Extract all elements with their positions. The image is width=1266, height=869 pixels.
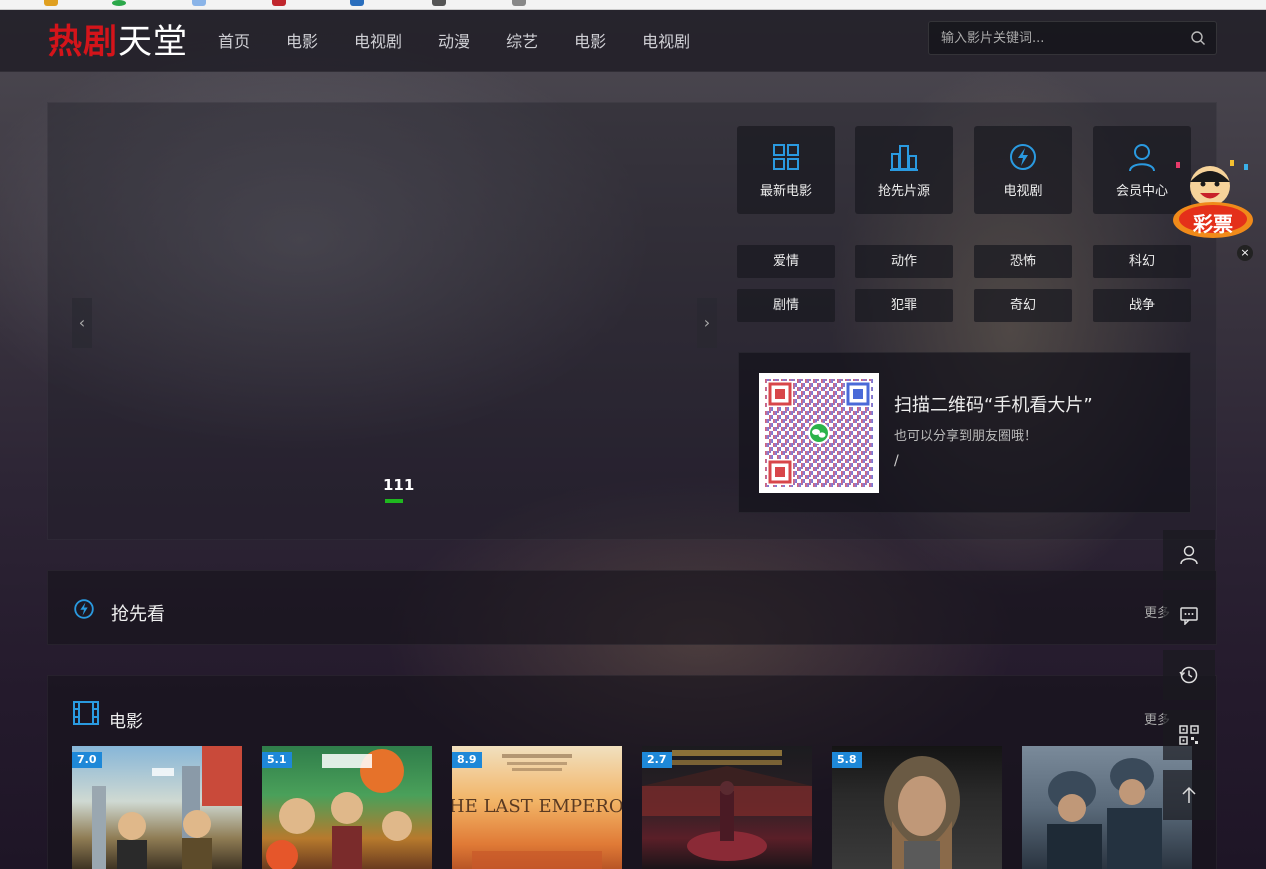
arrow-up-icon	[1182, 786, 1196, 803]
slider-next-button[interactable]: ›	[697, 298, 717, 348]
rating-badge: 7.0	[72, 752, 102, 768]
genre-action[interactable]: 动作	[855, 245, 953, 278]
search-icon[interactable]	[1190, 30, 1206, 46]
nav-tv[interactable]: 电视剧	[336, 30, 420, 54]
quick-link-label: 电视剧	[1003, 184, 1043, 199]
quick-link-latest-movies[interactable]: 最新电影	[737, 126, 835, 214]
slider-prev-button[interactable]: ‹	[72, 298, 92, 348]
qr-subtitle: 也可以分享到朋友圈哦！	[894, 429, 1038, 444]
movie-poster[interactable]: 2.7	[642, 746, 812, 869]
quick-link-label: 抢先片源	[877, 184, 930, 199]
search-box	[928, 21, 1217, 55]
qr-title: 扫描二维码“手机看大片”	[894, 395, 1093, 416]
side-qrcode-button[interactable]	[1163, 710, 1215, 760]
lottery-ad[interactable]: 彩票	[1172, 160, 1254, 240]
site-logo[interactable]: 热剧天堂	[48, 24, 188, 60]
close-ad-button[interactable]: ×	[1237, 245, 1253, 261]
user-icon	[1180, 545, 1198, 565]
nav-movie[interactable]: 电影	[268, 30, 336, 54]
bar-chart-icon	[890, 145, 918, 171]
rating-badge: 2.7	[642, 752, 672, 768]
side-back-to-top-button[interactable]	[1163, 770, 1215, 820]
user-icon	[1129, 144, 1155, 172]
genre-war[interactable]: 战争	[1093, 289, 1191, 322]
qrcode-icon	[1179, 725, 1199, 745]
nav-tv-2[interactable]: 电视剧	[624, 30, 708, 54]
slide-title[interactable]: 111	[383, 476, 414, 494]
rating-badge: 5.1	[262, 752, 292, 768]
genre-crime[interactable]: 犯罪	[855, 289, 953, 322]
side-message-button[interactable]	[1163, 590, 1215, 640]
side-user-button[interactable]	[1163, 530, 1215, 580]
logo-red-text: 热剧	[48, 22, 118, 62]
qr-panel: 扫描二维码“手机看大片” 也可以分享到朋友圈哦！ /	[738, 352, 1191, 513]
message-icon	[1180, 607, 1198, 625]
rating-badge: 8.9	[452, 752, 482, 768]
search-input[interactable]	[929, 22, 1179, 54]
genre-romance[interactable]: 爱情	[737, 245, 835, 278]
movie-poster[interactable]: 5.1	[262, 746, 432, 869]
lightning-icon	[74, 599, 94, 619]
history-icon	[1179, 666, 1198, 684]
slider-indicator[interactable]	[385, 499, 403, 503]
section-title: 电影	[109, 712, 143, 732]
quick-link-label: 最新电影	[759, 184, 812, 199]
browser-bookmark-strip	[0, 0, 1266, 10]
nav-movie-2[interactable]: 电影	[556, 30, 624, 54]
quick-link-preview-sources[interactable]: 抢先片源	[855, 126, 953, 214]
logo-white-text: 天堂	[118, 22, 188, 62]
qr-code	[759, 373, 879, 493]
genre-horror[interactable]: 恐怖	[974, 245, 1072, 278]
grid-icon	[773, 144, 799, 170]
movie-poster[interactable]: 7.0	[72, 746, 242, 869]
genre-drama[interactable]: 剧情	[737, 289, 835, 322]
lightning-icon	[1010, 144, 1036, 170]
section-title: 抢先看	[111, 604, 165, 625]
rating-badge: 5.8	[832, 752, 862, 768]
side-history-button[interactable]	[1163, 650, 1215, 700]
quick-link-tv[interactable]: 电视剧	[974, 126, 1072, 214]
section-preview: 抢先看 更多	[47, 570, 1217, 645]
movie-poster[interactable]: THE LAST EMPEROR 8.9	[452, 746, 622, 869]
qr-extra: /	[894, 453, 899, 469]
poster-title-text: THE LAST EMPEROR	[452, 796, 622, 817]
genre-fantasy[interactable]: 奇幻	[974, 289, 1072, 322]
nav-home[interactable]: 首页	[200, 30, 268, 54]
site-header: 热剧天堂 首页 电影 电视剧 动漫 综艺 电影 电视剧	[0, 10, 1266, 72]
film-icon	[73, 701, 99, 725]
nav-anime[interactable]: 动漫	[420, 30, 488, 54]
genre-scifi[interactable]: 科幻	[1093, 245, 1191, 278]
nav-variety[interactable]: 综艺	[488, 30, 556, 54]
movie-poster[interactable]: 5.8	[832, 746, 1002, 869]
main-nav: 首页 电影 电视剧 动漫 综艺 电影 电视剧	[200, 30, 708, 54]
lottery-label: 彩票	[1193, 212, 1233, 236]
